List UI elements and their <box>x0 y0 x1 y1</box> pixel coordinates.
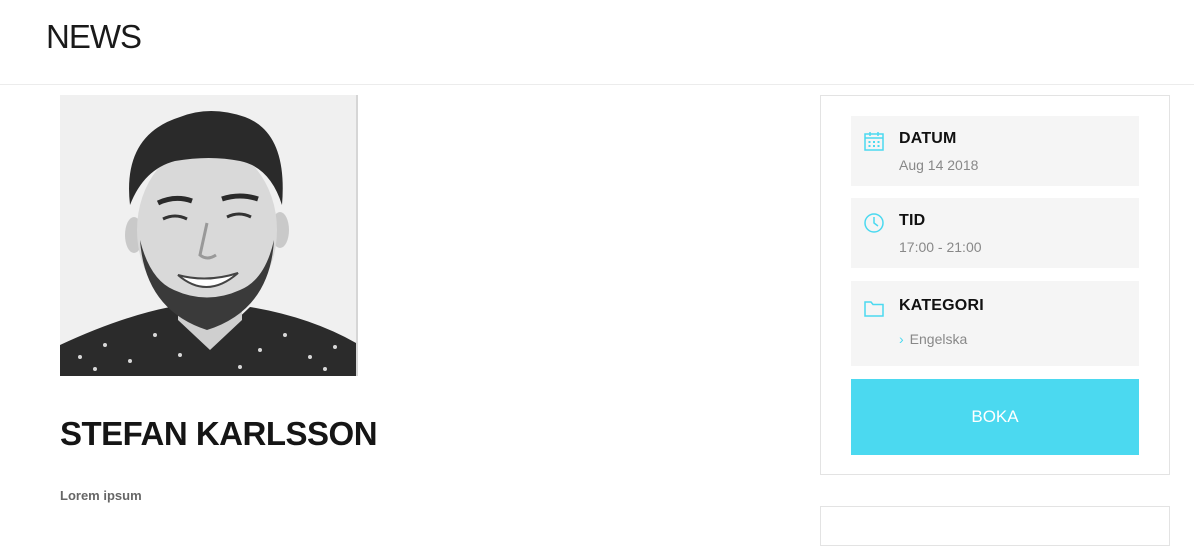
site-header: NEWS <box>0 0 1194 85</box>
category-link-engelska[interactable]: › Engelska <box>899 331 967 347</box>
datum-box: DATUM Aug 14 2018 <box>851 116 1139 186</box>
boka-button[interactable]: BOKA <box>851 379 1139 455</box>
calendar-icon <box>863 130 887 154</box>
intro-text: Lorem ipsum <box>60 488 142 503</box>
kategori-box: KATEGORI › Engelska <box>851 281 1139 366</box>
clock-icon <box>863 212 887 236</box>
event-details-sidebar: DATUM Aug 14 2018 TID 17:00 - 21:00 KATE… <box>820 95 1170 475</box>
secondary-sidebar-widget <box>820 506 1170 546</box>
datum-label: DATUM <box>899 130 957 147</box>
kategori-label: KATEGORI <box>899 297 984 314</box>
tid-box: TID 17:00 - 21:00 <box>851 198 1139 268</box>
datum-value: Aug 14 2018 <box>899 157 979 173</box>
speaker-photo <box>60 95 358 376</box>
category-label: Engelska <box>909 331 968 347</box>
site-title[interactable]: NEWS <box>46 18 142 56</box>
folder-icon <box>863 297 887 321</box>
person-name: STEFAN KARLSSON <box>60 415 378 452</box>
tid-value: 17:00 - 21:00 <box>899 239 982 255</box>
chevron-right-icon: › <box>899 331 904 347</box>
tid-label: TID <box>899 212 926 229</box>
